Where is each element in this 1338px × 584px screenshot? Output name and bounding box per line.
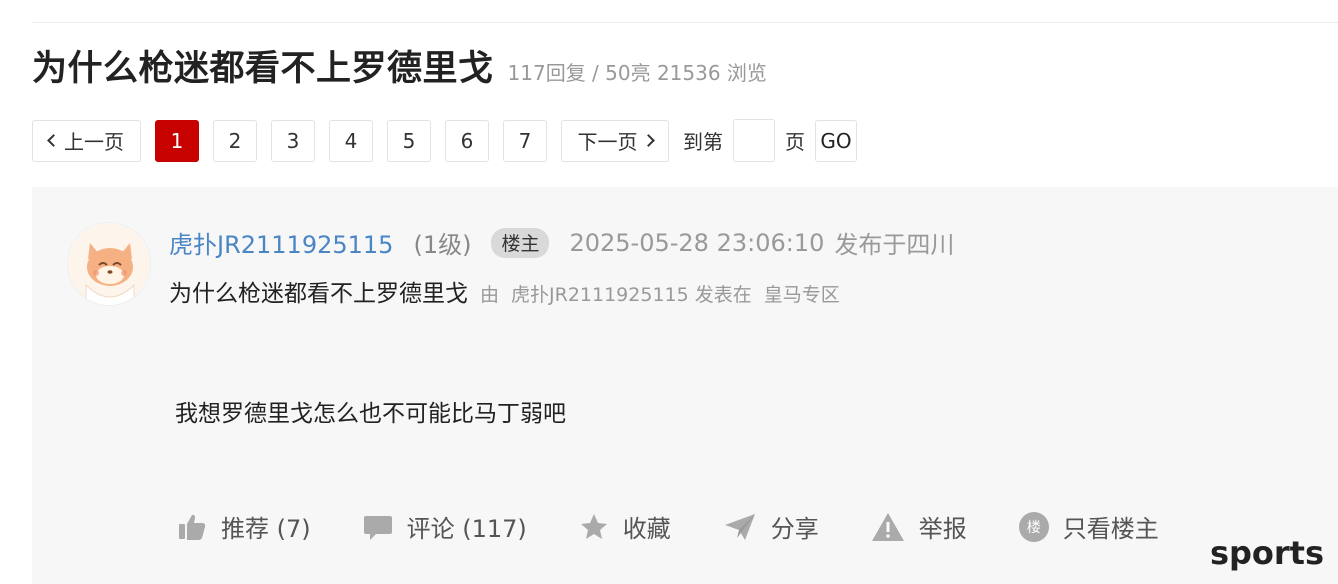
sub-author-link[interactable]: 虎扑JR2111925115 bbox=[511, 280, 689, 307]
goto-prefix-label: 到第 bbox=[683, 130, 723, 154]
prev-page-label: 上一页 bbox=[64, 130, 124, 154]
paper-plane-icon bbox=[724, 513, 755, 540]
avatar[interactable] bbox=[67, 222, 151, 306]
share-label: 分享 bbox=[770, 515, 819, 543]
star-icon bbox=[580, 513, 607, 539]
goto-page-input[interactable] bbox=[733, 119, 775, 162]
posted-in-label: 发表在 bbox=[694, 284, 752, 306]
warning-triangle-icon bbox=[871, 512, 904, 541]
thread-stats: 117回复 / 50亮 21536 浏览 bbox=[507, 61, 767, 85]
owner-badge: 楼主 bbox=[491, 227, 550, 258]
avatar-fox-icon bbox=[68, 223, 150, 305]
chevron-right-icon bbox=[641, 134, 655, 147]
next-page-button[interactable]: 下一页 bbox=[561, 119, 669, 162]
chevron-left-icon bbox=[47, 134, 60, 147]
post-meta: 虎扑JR2111925115 (1级) 楼主 2025-05-28 23:06:… bbox=[169, 225, 954, 260]
page-title: 为什么枪迷都看不上罗德里戈 bbox=[32, 49, 494, 89]
page-7-button[interactable]: 7 bbox=[503, 119, 547, 162]
page-1-button[interactable]: 1 bbox=[155, 119, 199, 162]
post-actions: 推荐 (7) 评论 (117) 收藏 分享 举报 楼 只看楼主 bbox=[177, 509, 1211, 544]
report-label: 举报 bbox=[918, 515, 967, 543]
comment-label: 评论 (117) bbox=[406, 515, 527, 543]
thumbs-up-icon bbox=[179, 514, 206, 540]
author-level: (1级) bbox=[413, 231, 472, 259]
post-subheader: 为什么枪迷都看不上罗德里戈 由 虎扑JR2111925115 发表在 皇马专区 bbox=[169, 274, 840, 308]
author-link[interactable]: 虎扑JR2111925115 bbox=[169, 225, 393, 260]
prev-page-button[interactable]: 上一页 bbox=[32, 119, 141, 162]
page-3-button[interactable]: 3 bbox=[271, 119, 315, 162]
goto-suffix-label: 页 bbox=[785, 130, 805, 154]
post-card: 虎扑JR2111925115 (1级) 楼主 2025-05-28 23:06:… bbox=[32, 187, 1338, 584]
go-button[interactable]: GO bbox=[815, 119, 857, 162]
recommend-label: 推荐 (7) bbox=[221, 515, 311, 543]
post-location: 发布于四川 bbox=[834, 231, 955, 259]
only-owner-button[interactable]: 楼 只看楼主 bbox=[1018, 509, 1159, 544]
next-page-label: 下一页 bbox=[577, 130, 638, 154]
pagination: 上一页 1 2 3 4 5 6 7 下一页 到第 页 GO bbox=[32, 119, 857, 162]
page-6-button[interactable]: 6 bbox=[445, 119, 489, 162]
share-button[interactable]: 分享 bbox=[723, 509, 819, 544]
by-label: 由 bbox=[480, 284, 500, 306]
zone-link[interactable]: 皇马专区 bbox=[764, 280, 840, 307]
page-5-button[interactable]: 5 bbox=[387, 119, 431, 162]
speech-bubble-icon bbox=[363, 515, 392, 540]
favorite-button[interactable]: 收藏 bbox=[579, 509, 671, 544]
report-button[interactable]: 举报 bbox=[871, 509, 967, 544]
only-owner-label: 只看楼主 bbox=[1062, 515, 1159, 543]
floor-badge-icon: 楼 bbox=[1018, 511, 1049, 542]
post-timestamp: 2025-05-28 23:06:10 bbox=[569, 228, 825, 257]
favorite-label: 收藏 bbox=[622, 515, 671, 543]
watermark-logo: sports bbox=[1209, 534, 1324, 572]
comment-button[interactable]: 评论 (117) bbox=[363, 509, 527, 544]
post-body: 我想罗德里戈怎么也不可能比马丁弱吧 bbox=[175, 401, 566, 427]
thread-header: 为什么枪迷都看不上罗德里戈 117回复 / 50亮 21536 浏览 bbox=[32, 40, 767, 91]
page-4-button[interactable]: 4 bbox=[329, 119, 373, 162]
top-divider bbox=[32, 22, 1338, 23]
page-2-button[interactable]: 2 bbox=[213, 119, 257, 162]
post-subtitle: 为什么枪迷都看不上罗德里戈 bbox=[169, 281, 468, 307]
recommend-button[interactable]: 推荐 (7) bbox=[177, 509, 311, 544]
